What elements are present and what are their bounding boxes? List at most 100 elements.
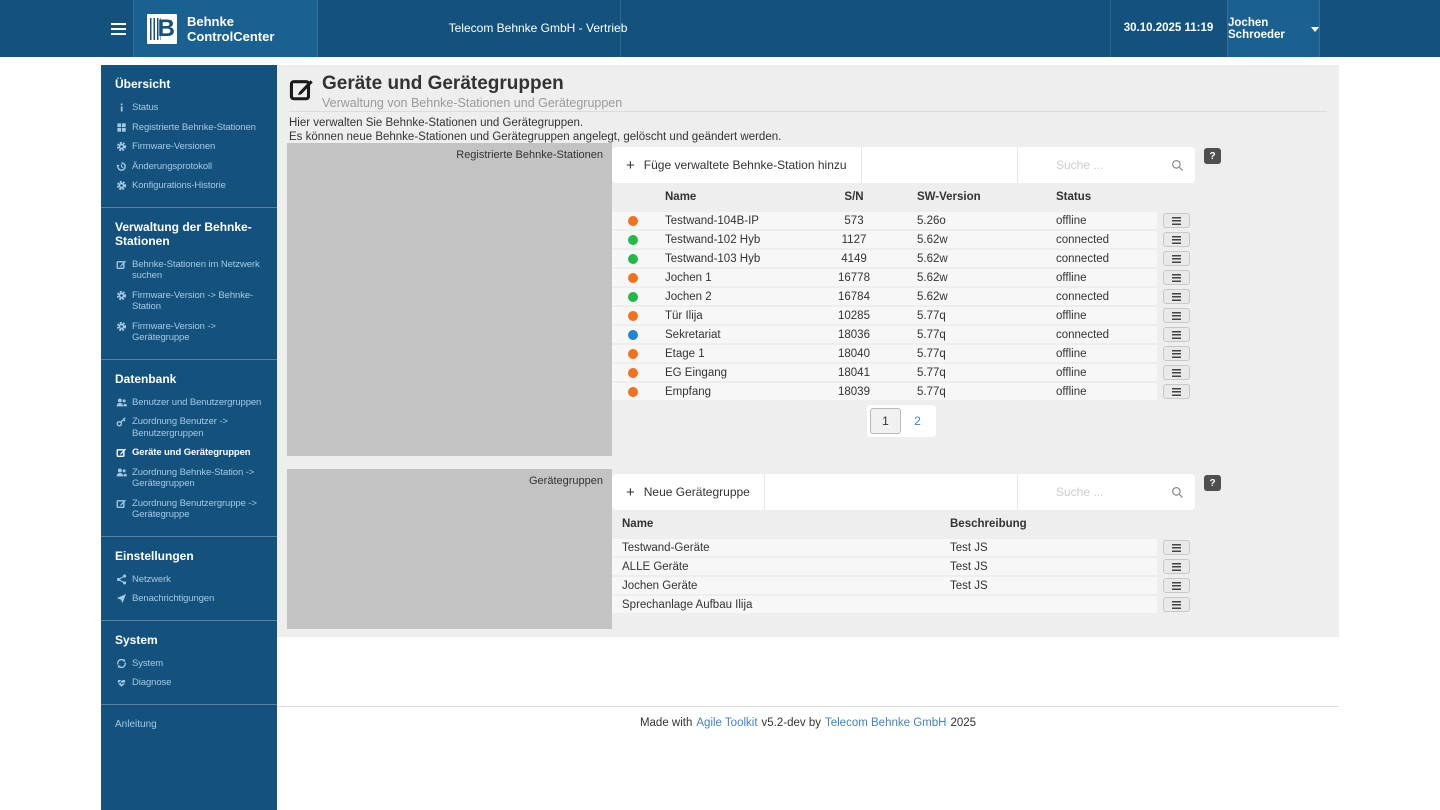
gear-icon (115, 290, 127, 301)
cell-serial-number: 16778 (838, 271, 870, 284)
group-row: Sprechanlage Aufbau Ilija (612, 596, 1220, 613)
sidebar: Übersicht Status Registrierte Behnke-Stati… (101, 65, 277, 810)
add-station-button[interactable]: + Füge verwaltete Behnke-Station hinzu (612, 147, 862, 183)
key-icon (115, 416, 127, 427)
column-header-status: Status (1056, 191, 1092, 203)
column-header-description: Beschreibung (950, 518, 1027, 530)
sidebar-item[interactable]: Firmware-Version -> Behnke-Station (115, 286, 274, 317)
cell-sw-version: 5.62w (917, 233, 948, 246)
row-menu-button[interactable] (1163, 540, 1190, 555)
row-menu-button[interactable] (1163, 232, 1190, 247)
row-menu-button[interactable] (1163, 213, 1190, 228)
sidebar-item[interactable]: Geräte und Gerätegruppen (115, 443, 274, 463)
agile-toolkit-link[interactable]: Agile Toolkit (696, 717, 757, 729)
add-group-button[interactable]: + Neue Gerätegruppe (612, 474, 765, 510)
add-station-button-label: Füge verwaltete Behnke-Station hinzu (643, 158, 847, 172)
page-description-line: Hier verwalten Sie Behnke-Stationen und … (289, 117, 584, 129)
row-menu-button[interactable] (1163, 384, 1190, 399)
row-menu-button[interactable] (1163, 597, 1190, 612)
sidebar-item[interactable]: Firmware-Versionen (115, 137, 274, 157)
column-header-sw-version: SW-Version (917, 191, 981, 203)
station-row-main: Empfang 18039 5.77q offline (612, 383, 1157, 400)
edit-icon (115, 259, 127, 270)
edit-icon (289, 76, 315, 107)
menu-icon (1172, 311, 1181, 320)
cell-name: Testwand-104B-IP (665, 214, 759, 227)
sidebar-item[interactable]: Benachrichtigungen (115, 589, 274, 609)
sidebar-item-label: Firmware-Version -> Behnke-Station (132, 289, 254, 313)
sidebar-item[interactable]: System (115, 654, 274, 674)
sidebar-item-label: Zuordnung Benutzer -> Benutzergruppen (132, 416, 228, 439)
row-menu-button[interactable] (1163, 327, 1190, 342)
cell-sw-version: 5.77q (917, 347, 946, 360)
stations-search (1017, 147, 1195, 183)
stations-search-input[interactable] (1018, 158, 1171, 172)
row-menu-button[interactable] (1163, 308, 1190, 323)
station-row-main: Tür Ilija 10285 5.77q offline (612, 307, 1157, 324)
group-row: Jochen Geräte Test JS (612, 577, 1220, 594)
cell-serial-number: 18039 (838, 385, 870, 398)
sidebar-item-label: Diagnose (132, 677, 172, 688)
sidebar-item[interactable]: Diagnose (115, 673, 274, 693)
brand-link[interactable]: B Behnke ControlCenter (133, 0, 318, 57)
pagination-page-2[interactable]: 2 (902, 408, 933, 434)
sidebar-item[interactable]: Netzwerk (115, 570, 274, 590)
groups-search-input[interactable] (1018, 485, 1171, 499)
status-dot-orange (628, 310, 638, 321)
sidebar-item-label: System (132, 657, 164, 669)
sidebar-section: System System Diagnose (101, 619, 277, 704)
column-header-name: Name (665, 191, 697, 203)
cell-sw-version: 5.26o (917, 214, 946, 227)
cell-status: connected (1056, 233, 1110, 246)
status-dot-orange (628, 272, 638, 283)
cell-name: Jochen 1 (665, 271, 712, 284)
sidebar-toggle-button[interactable] (104, 17, 132, 41)
sidebar-item[interactable]: Zuordnung Benutzergruppe -> Gerätegruppe (115, 494, 274, 525)
row-menu-button[interactable] (1163, 365, 1190, 380)
menu-icon (1172, 368, 1181, 377)
sidebar-item-anleitung[interactable]: Anleitung (101, 703, 277, 744)
menu-icon (1172, 330, 1181, 339)
menu-icon (1172, 216, 1181, 225)
sidebar-item-label: Geräte und Gerätegruppen (132, 447, 251, 458)
row-menu-button[interactable] (1163, 578, 1190, 593)
status-dot-orange (628, 367, 638, 378)
station-row-main: EG Eingang 18041 5.77q offline (612, 364, 1157, 381)
row-menu-button[interactable] (1163, 289, 1190, 304)
row-menu-button[interactable] (1163, 346, 1190, 361)
sidebar-item[interactable]: Firmware-Version -> Gerätegruppe (115, 317, 274, 348)
groups-help-button[interactable]: ? (1204, 475, 1221, 491)
hamburger-icon (110, 23, 126, 35)
sidebar-item[interactable]: Zuordnung Benutzer -> Benutzergruppen (115, 412, 274, 443)
cell-description: Test JS (950, 541, 988, 554)
sidebar-item[interactable]: Zuordnung Behnke-Station -> Gerätegruppe… (115, 463, 274, 494)
row-menu-button[interactable] (1163, 270, 1190, 285)
row-menu-button[interactable] (1163, 251, 1190, 266)
sidebar-item-label: Zuordnung Behnke-Station -> Gerätegruppe… (132, 466, 255, 490)
sidebar-item[interactable]: Status (115, 98, 274, 118)
cell-status: connected (1056, 328, 1110, 341)
station-row: Testwand-102 Hyb 1127 5.62w connected (612, 231, 1220, 248)
pagination-page-1[interactable]: 1 (870, 408, 901, 434)
sidebar-item[interactable]: Änderungsprotokoll (115, 157, 274, 177)
row-menu-button[interactable] (1163, 559, 1190, 574)
share-icon (115, 574, 127, 585)
sidebar-item-label: Änderungsprotokoll (132, 160, 213, 172)
menu-icon (1172, 581, 1181, 590)
history-icon (115, 161, 127, 172)
user-menu[interactable]: Jochen Schroeder (1227, 0, 1320, 57)
cell-serial-number: 18040 (838, 347, 870, 360)
content-panel: Geräte und Gerätegruppen Verwaltung von … (277, 65, 1339, 637)
company-link[interactable]: Telecom Behnke GmbH (825, 717, 946, 729)
cell-serial-number: 18041 (838, 366, 870, 379)
sidebar-item[interactable]: Konfigurations-Historie (115, 176, 274, 196)
cell-name: Tür Ilija (665, 309, 703, 322)
sidebar-section-title: Datenbank (115, 371, 177, 386)
stations-help-button[interactable]: ? (1204, 148, 1221, 164)
sidebar-item[interactable]: Behnke-Stationen im Netzwerk suchen (115, 255, 274, 286)
cell-name: Testwand-103 Hyb (665, 252, 761, 265)
sidebar-section-title: System (115, 632, 158, 647)
sidebar-item[interactable]: Registrierte Behnke-Stationen (115, 118, 274, 138)
sidebar-item[interactable]: Benutzer und Benutzergruppen (115, 393, 274, 413)
station-row-main: Testwand-104B-IP 573 5.26o offline (612, 212, 1157, 229)
